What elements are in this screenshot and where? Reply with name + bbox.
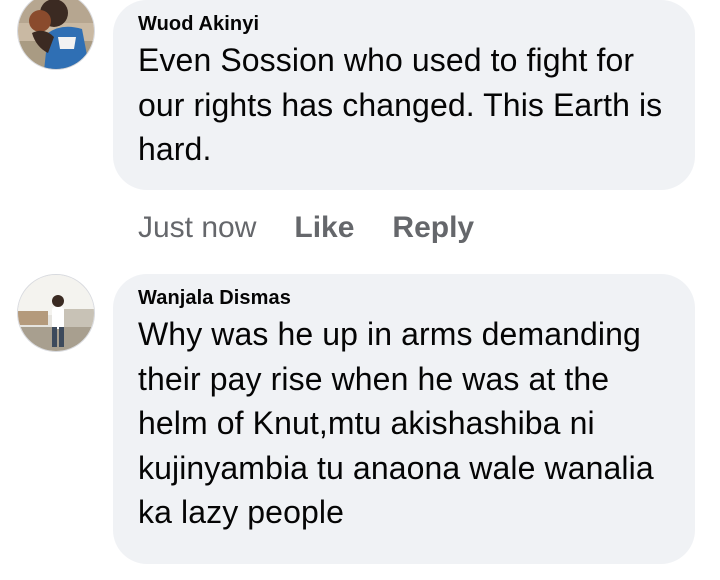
comment-actions: Just now Like Reply (138, 208, 474, 248)
comment-bubble: Wuod Akinyi Even Sossion who used to fig… (113, 0, 695, 190)
profile-photo-icon (18, 0, 94, 69)
avatar[interactable] (17, 274, 95, 352)
reply-button[interactable]: Reply (392, 211, 474, 245)
comment-wanjala-dismas: Wanjala Dismas Why was he up in arms dem… (0, 272, 720, 572)
comment-bubble: Wanjala Dismas Why was he up in arms dem… (113, 274, 695, 564)
like-button[interactable]: Like (294, 211, 354, 245)
comment-author[interactable]: Wanjala Dismas (138, 284, 670, 312)
avatar[interactable] (17, 0, 95, 70)
comment-text: Why was he up in arms demanding their pa… (138, 316, 654, 530)
comment-text: Even Sossion who used to fight for our r… (138, 42, 663, 167)
comment-timestamp[interactable]: Just now (138, 211, 256, 245)
comment-wuod-akinyi: Wuod Akinyi Even Sossion who used to fig… (0, 0, 720, 260)
comment-author[interactable]: Wuod Akinyi (138, 10, 670, 38)
profile-photo-icon (18, 275, 94, 351)
